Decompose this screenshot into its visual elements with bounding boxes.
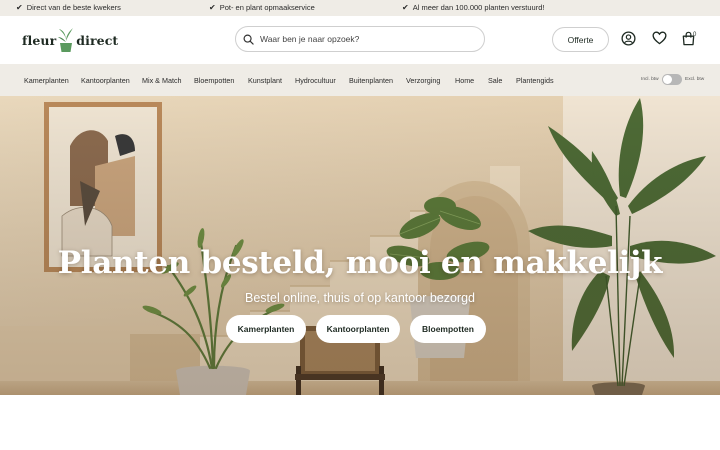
search-bar[interactable]	[235, 26, 485, 52]
hero-title: Planten besteld, mooi en makkelijk	[57, 245, 663, 281]
vat-incl-label: Incl. btw	[641, 77, 659, 82]
nav-item-kantoorplanten[interactable]: Kantoorplanten	[81, 76, 130, 85]
check-icon: ✔	[209, 2, 216, 12]
vat-excl-label: Excl. btw	[685, 77, 705, 82]
check-icon: ✔	[16, 2, 23, 12]
heart-icon[interactable]	[651, 30, 667, 46]
page-content-area	[0, 395, 720, 450]
nav-item-plantengids[interactable]: Plantengids	[516, 76, 554, 85]
logo-word-direct: direct	[76, 32, 119, 48]
hero-subtitle: Bestel online, thuis of op kantoor bezor…	[244, 291, 475, 305]
nav-item-buitenplanten[interactable]: Buitenplanten	[349, 76, 393, 85]
hero-button-bloempotten[interactable]: Bloempotten	[410, 315, 486, 343]
search-icon[interactable]	[243, 34, 254, 45]
hero-button-kamerplanten[interactable]: Kamerplanten	[226, 315, 306, 343]
nav-item-verzorging[interactable]: Verzorging	[406, 76, 440, 85]
nav-item-mix-match[interactable]: Mix & Match	[142, 76, 182, 85]
logo-word-fleur: fleur	[22, 32, 57, 48]
nav-item-bloempotten[interactable]: Bloempotten	[194, 76, 234, 85]
usp-item: ✔ Direct van de beste kwekers	[16, 2, 121, 12]
logo[interactable]: fleur direct	[22, 26, 118, 54]
site-header: fleur direct Offerte	[0, 16, 720, 64]
hero-banner: Planten besteld, mooi en makkelijk Beste…	[0, 96, 720, 395]
nav-item-hydrocultuur[interactable]: Hydrocultuur	[295, 76, 336, 85]
nav-item-home[interactable]: Home	[455, 76, 474, 85]
check-icon: ✔	[402, 2, 409, 12]
main-nav: Kamerplanten Kantoorplanten Mix & Match …	[0, 64, 720, 96]
cart-count-badge: 0	[693, 32, 697, 38]
toggle-knob	[663, 75, 672, 84]
vat-toggle[interactable]	[662, 74, 682, 85]
account-icon[interactable]	[620, 30, 636, 46]
hero-button-kantoorplanten[interactable]: Kantoorplanten	[316, 315, 400, 343]
nav-item-kunstplant[interactable]: Kunstplant	[248, 76, 282, 85]
usp-item: ✔ Al meer dan 100.000 planten verstuurd!	[402, 2, 545, 12]
plant-logo-icon	[58, 28, 74, 52]
offerte-button[interactable]: Offerte	[552, 27, 609, 52]
usp-bar: ✔ Direct van de beste kwekers ✔ Pot- en …	[0, 0, 720, 16]
usp-item: ✔ Pot- en plant opmaakservice	[209, 2, 315, 12]
nav-item-sale[interactable]: Sale	[488, 76, 502, 85]
nav-item-kamerplanten[interactable]: Kamerplanten	[24, 76, 69, 85]
search-input[interactable]	[260, 34, 470, 44]
